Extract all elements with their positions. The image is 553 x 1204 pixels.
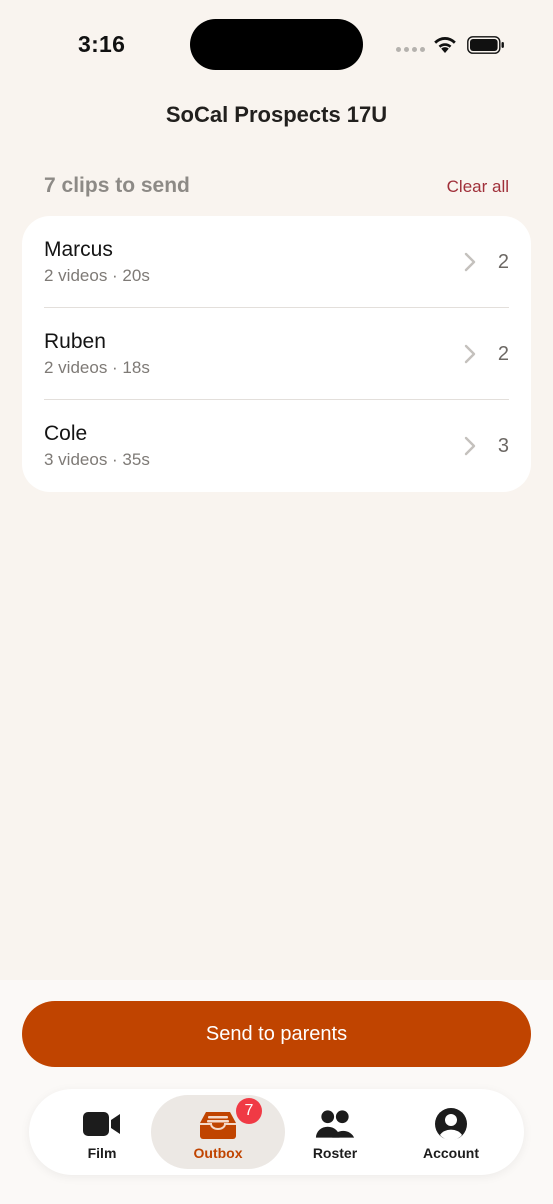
cellular-signal-icon	[396, 47, 425, 52]
status-time: 3:16	[78, 31, 126, 57]
page-title: SoCal Prospects 17U	[165, 102, 388, 127]
chevron-right-icon	[464, 344, 476, 364]
battery-icon	[467, 36, 504, 54]
player-row-cole[interactable]: Cole 3 videos · 35s 3	[22, 400, 531, 492]
inbox-tray-icon	[200, 1112, 236, 1139]
player-clip-summary: 3 videos · 35s	[44, 450, 150, 469]
clip-count: 2	[497, 343, 509, 365]
tab-film[interactable]: Film	[35, 1095, 169, 1169]
player-clip-summary: 2 videos · 20s	[44, 266, 150, 285]
send-to-parents-button[interactable]: Send to parents	[22, 1001, 531, 1067]
player-name: Marcus	[44, 238, 113, 261]
clips-count-heading: 7 clips to send	[44, 174, 190, 197]
player-name: Cole	[44, 422, 88, 445]
people-icon	[315, 1110, 355, 1138]
tab-label: Roster	[312, 1145, 358, 1161]
status-bar: 3:16	[0, 0, 553, 90]
clear-all-button[interactable]: Clear all	[447, 177, 509, 197]
clip-count: 3	[497, 435, 509, 457]
clip-count: 2	[497, 251, 509, 273]
tab-bar: Film 7 Outbox Roster Account	[29, 1089, 524, 1175]
video-camera-icon	[83, 1112, 120, 1136]
tab-label: Account	[423, 1145, 479, 1161]
dynamic-island	[190, 19, 363, 70]
player-clips-list: Marcus 2 videos · 20s 2 Ruben 2 videos ·…	[22, 216, 531, 492]
tab-outbox[interactable]: 7 Outbox	[151, 1095, 285, 1169]
chevron-right-icon	[464, 252, 476, 272]
wifi-icon	[434, 37, 456, 53]
chevron-right-icon	[464, 436, 476, 456]
tab-label: Outbox	[193, 1145, 243, 1161]
person-circle-icon	[435, 1108, 467, 1141]
tab-label: Film	[87, 1145, 117, 1161]
player-clip-summary: 2 videos · 18s	[44, 358, 150, 377]
tab-account[interactable]: Account	[384, 1095, 518, 1169]
player-row-marcus[interactable]: Marcus 2 videos · 20s 2	[22, 216, 531, 308]
outbox-badge: 7	[236, 1098, 262, 1124]
player-row-ruben[interactable]: Ruben 2 videos · 18s 2	[22, 308, 531, 400]
tab-roster[interactable]: Roster	[268, 1095, 402, 1169]
player-name: Ruben	[44, 330, 106, 353]
